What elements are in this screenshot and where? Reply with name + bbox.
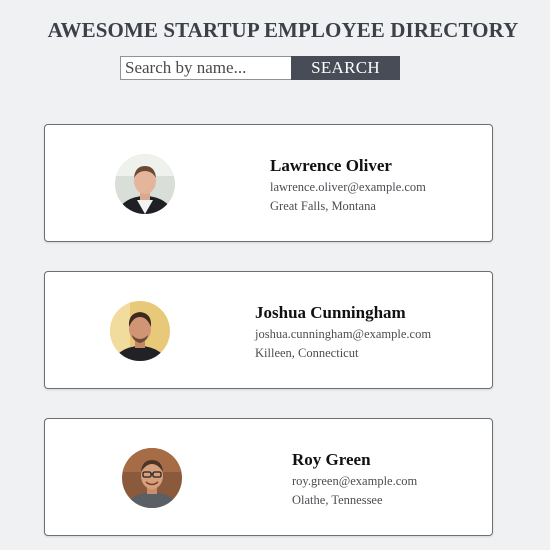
page-title: AWESOME STARTUP EMPLOYEE DIRECTORY <box>47 18 519 42</box>
employee-email: roy.green@example.com <box>292 474 418 488</box>
employee-name: Roy Green <box>292 450 371 469</box>
user-photo-avatar-icon <box>115 154 175 214</box>
employee-email: joshua.cunningham@example.com <box>255 327 432 341</box>
employee-email: lawrence.oliver@example.com <box>270 180 426 194</box>
employee-card[interactable]: Roy Green roy.green@example.com Olathe, … <box>44 418 493 536</box>
employee-info: Lawrence Oliver lawrence.oliver@example.… <box>270 156 426 214</box>
employee-info: Joshua Cunningham joshua.cunningham@exam… <box>255 303 431 361</box>
search-input[interactable] <box>120 56 291 80</box>
user-photo-avatar-icon <box>110 301 170 361</box>
search-bar: SEARCH <box>120 56 400 80</box>
avatar <box>110 301 170 361</box>
employee-card[interactable]: Lawrence Oliver lawrence.oliver@example.… <box>44 124 493 242</box>
employee-location: Killeen, Connecticut <box>255 346 359 360</box>
employee-name: Joshua Cunningham <box>255 303 406 322</box>
employee-info: Roy Green roy.green@example.com Olathe, … <box>292 450 417 508</box>
avatar <box>115 154 175 214</box>
employee-location: Olathe, Tennessee <box>292 493 383 507</box>
search-button[interactable]: SEARCH <box>291 56 400 80</box>
user-photo-avatar-icon <box>122 448 182 508</box>
employee-card[interactable]: Joshua Cunningham joshua.cunningham@exam… <box>44 271 493 389</box>
employee-location: Great Falls, Montana <box>270 199 376 213</box>
employee-name: Lawrence Oliver <box>270 156 392 175</box>
avatar <box>122 448 182 508</box>
